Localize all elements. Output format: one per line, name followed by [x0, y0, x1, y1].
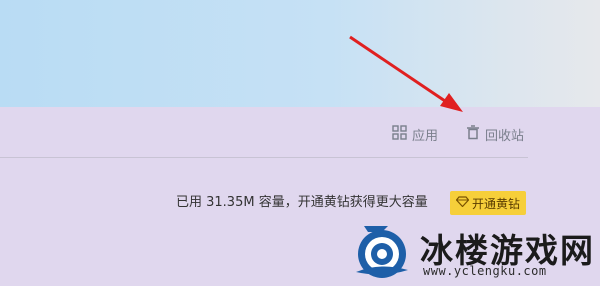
recycle-bin-button[interactable]: 回收站 — [466, 124, 524, 144]
trash-icon — [466, 124, 480, 144]
recycle-bin-label: 回收站 — [485, 128, 525, 144]
apps-label: 应用 — [412, 128, 439, 144]
upgrade-label: 开通黄钻 — [471, 196, 520, 211]
storage-usage-text: 已用 31.35M 容量，开通黄钻获得更大容量 — [176, 195, 428, 210]
site-logo-icon — [350, 218, 414, 286]
watermark-url: www.yclengku.com — [423, 264, 547, 278]
top-banner — [0, 0, 600, 107]
upgrade-yellow-diamond-button[interactable]: 开通黄钻 — [450, 191, 526, 215]
grid-icon — [392, 124, 407, 144]
watermark: 冰楼游戏网 www.yclengku.com — [345, 216, 600, 283]
divider — [0, 157, 528, 158]
diamond-icon — [455, 196, 470, 210]
apps-button[interactable]: 应用 — [392, 124, 438, 144]
